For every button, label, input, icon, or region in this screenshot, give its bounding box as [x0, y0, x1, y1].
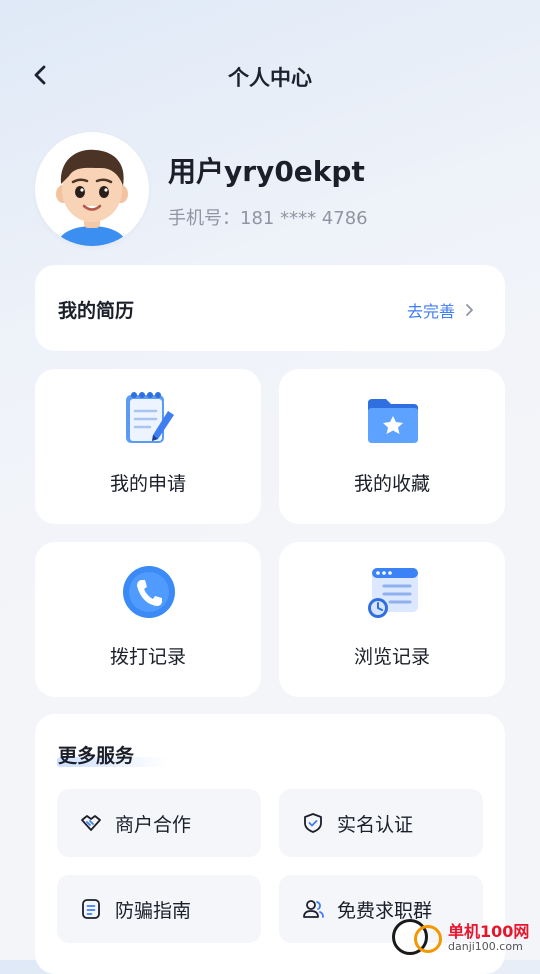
watermark-ring-icon	[414, 925, 442, 953]
tile-label: 拨打记录	[109, 646, 186, 668]
tile-call-history[interactable]: 拨打记录	[35, 542, 261, 697]
phone-call-icon	[120, 562, 178, 622]
tile-my-applications[interactable]: 我的申请	[35, 369, 261, 524]
notepad-icon	[120, 389, 178, 449]
shield-check-icon	[301, 811, 325, 835]
watermark-logo: 单机100网 danji100.com	[388, 916, 538, 958]
username: 用户yry0ekpt	[168, 155, 365, 188]
group-icon	[301, 897, 325, 921]
service-merchant-cooperation[interactable]: 商户合作	[57, 789, 261, 857]
service-real-name-verification[interactable]: 实名认证	[279, 789, 483, 857]
document-icon	[79, 897, 103, 921]
resume-title: 我的简历	[58, 300, 135, 322]
tile-label: 我的申请	[109, 473, 186, 495]
handshake-icon	[79, 811, 103, 835]
tile-label: 我的收藏	[353, 473, 430, 495]
complete-resume-link[interactable]: 去完善	[407, 298, 475, 322]
section-title: 更多服务	[58, 745, 135, 767]
service-label: 实名认证	[337, 813, 414, 836]
tile-browsing-history[interactable]: 浏览记录	[279, 542, 505, 697]
top-bar: 个人中心	[0, 48, 540, 104]
watermark-name: 单机100网	[448, 922, 530, 941]
phone-number: 手机号：181 **** 4786	[168, 208, 368, 229]
avatar[interactable]	[35, 132, 149, 246]
service-anti-fraud-guide[interactable]: 防骗指南	[57, 875, 261, 943]
star-folder-icon	[364, 389, 422, 449]
tile-label: 浏览记录	[353, 646, 430, 668]
complete-resume-label: 去完善	[406, 302, 455, 321]
watermark-url: danji100.com	[448, 940, 523, 953]
service-label: 商户合作	[115, 813, 192, 836]
resume-card[interactable]: 我的简历 去完善	[35, 265, 505, 351]
browser-history-icon	[364, 562, 422, 622]
tile-my-favorites[interactable]: 我的收藏	[279, 369, 505, 524]
service-label: 防骗指南	[115, 899, 192, 922]
page-title: 个人中心	[228, 66, 312, 90]
chevron-right-icon	[466, 304, 473, 316]
